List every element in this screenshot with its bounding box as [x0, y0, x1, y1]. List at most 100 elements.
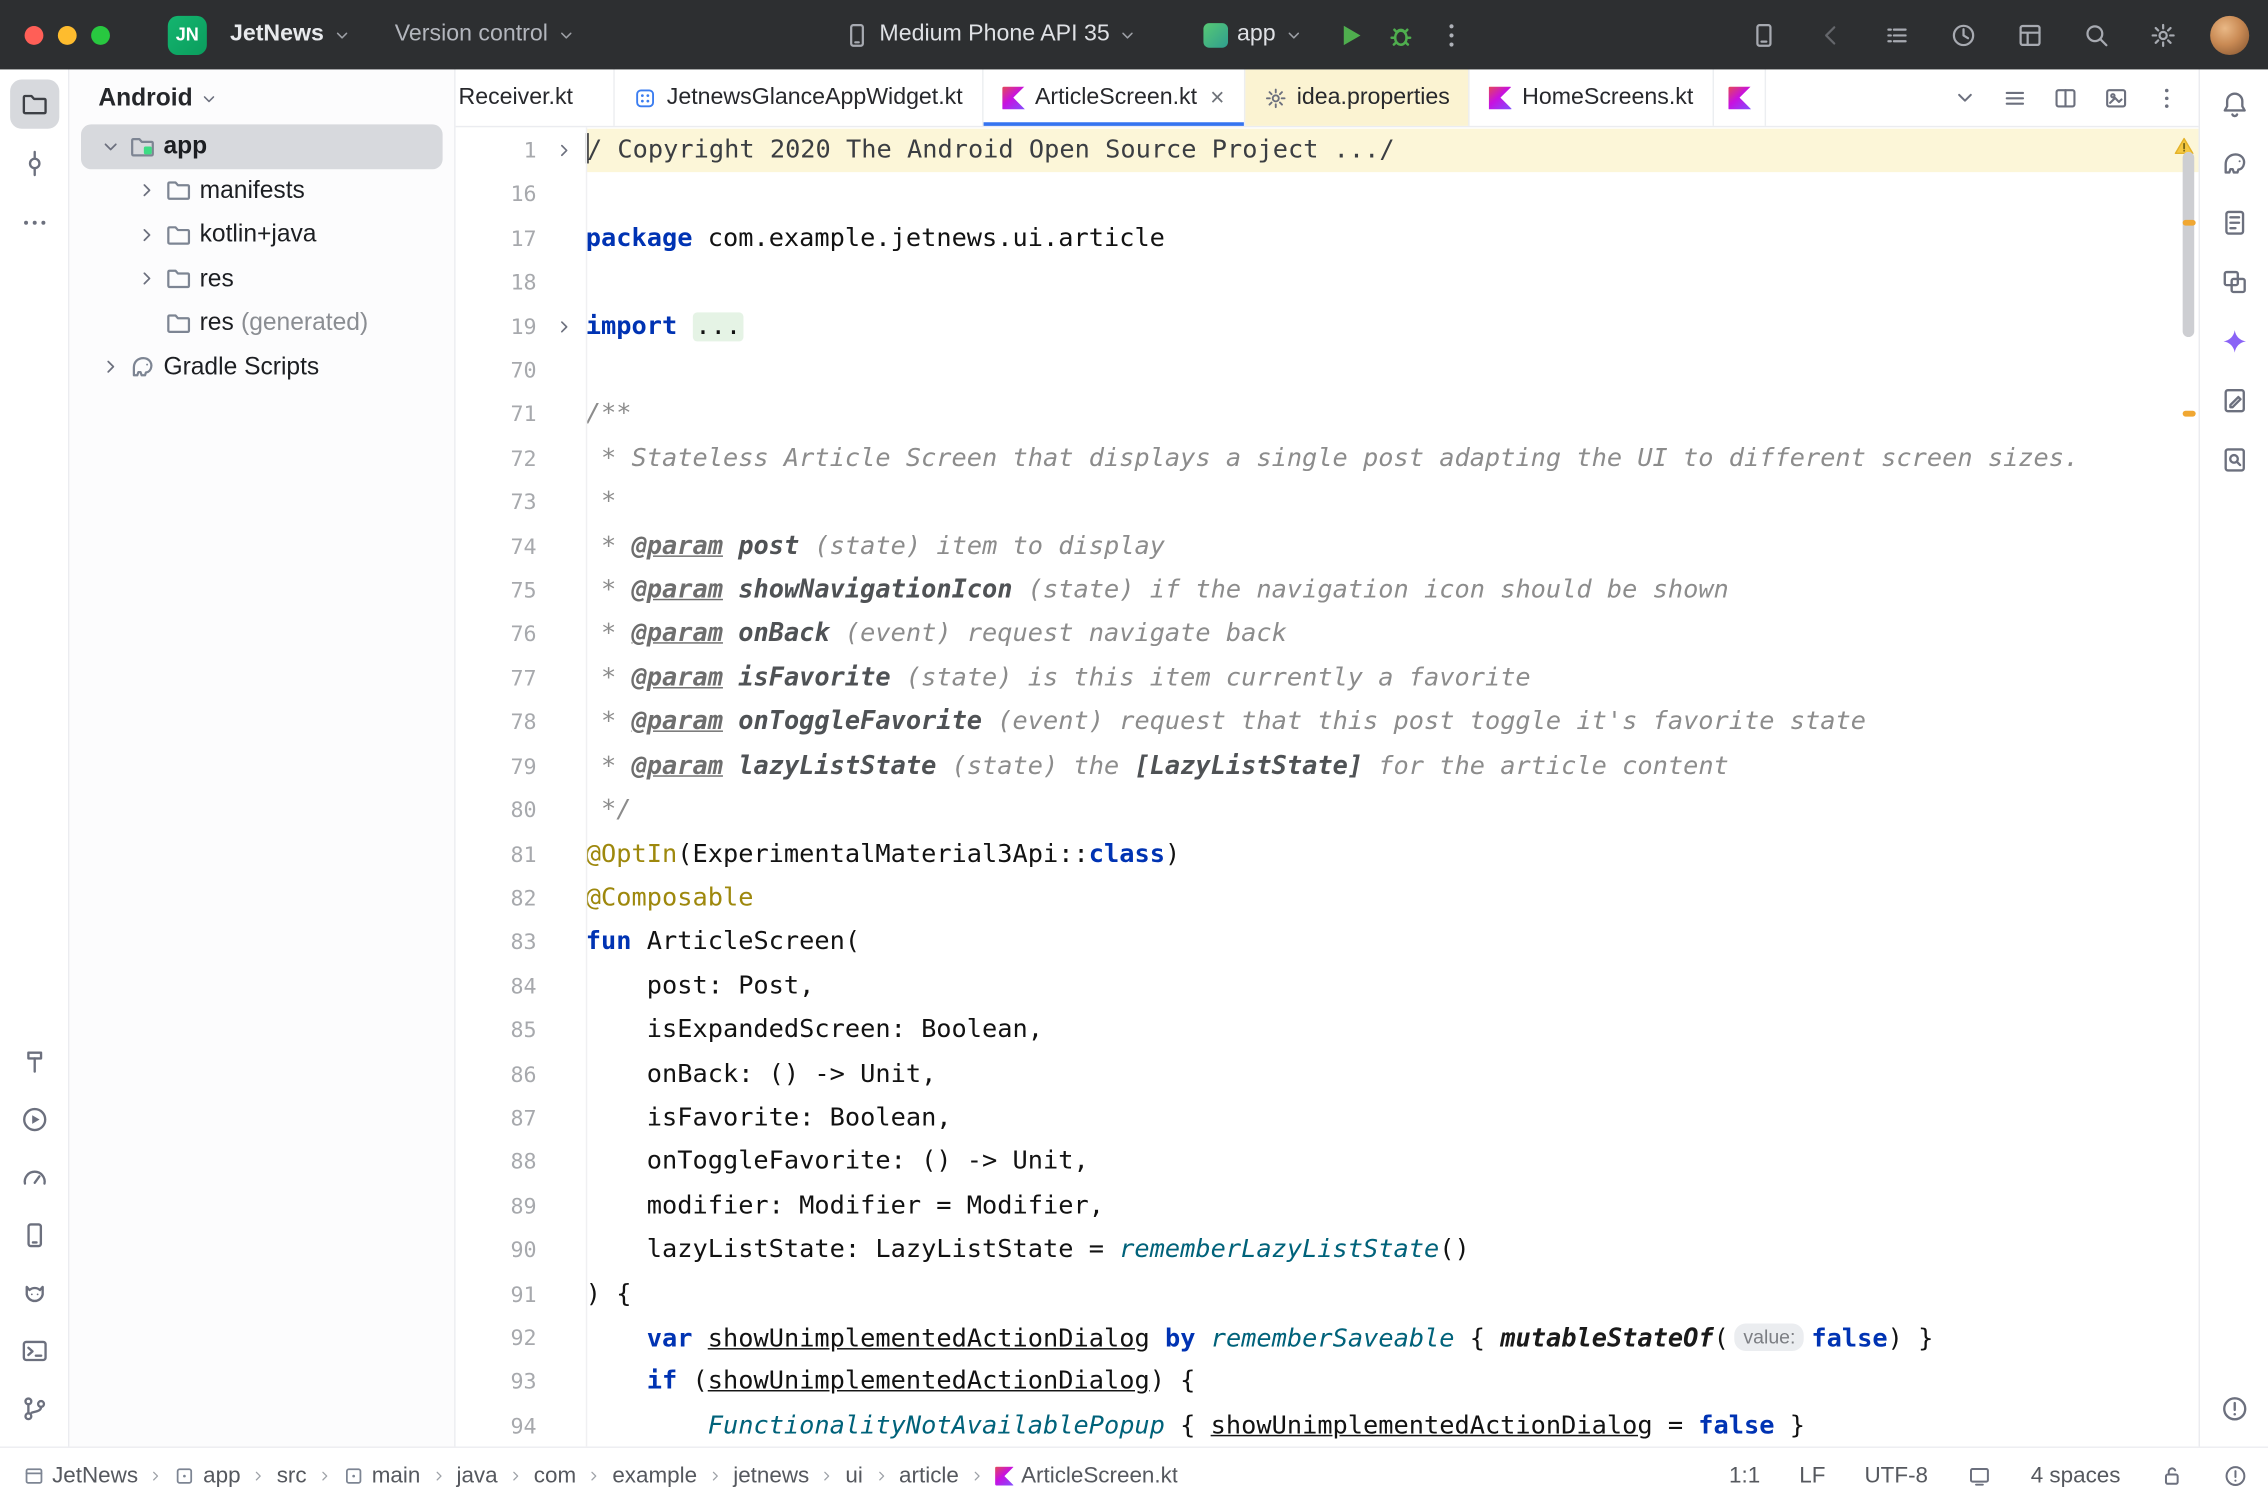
- profiler-gauge-button[interactable]: [9, 1153, 58, 1202]
- layout-inspector-icon[interactable]: [2016, 21, 2043, 48]
- close-window-button[interactable]: [25, 25, 44, 44]
- line-number[interactable]: 19: [456, 305, 543, 349]
- more-horizontal-button[interactable]: [9, 198, 58, 247]
- code-line-87[interactable]: 87 isFavorite: Boolean,: [456, 1096, 2199, 1140]
- code-line-82[interactable]: 82@Composable: [456, 876, 2199, 920]
- breadcrumb-java[interactable]: java: [456, 1463, 497, 1489]
- build-hammer-button[interactable]: [9, 1037, 58, 1086]
- line-number[interactable]: 79: [456, 744, 543, 788]
- notifications-bell-button[interactable]: [2209, 80, 2258, 129]
- commit-button[interactable]: [9, 139, 58, 188]
- minimize-window-button[interactable]: [58, 25, 77, 44]
- tree-item-app[interactable]: app: [81, 124, 443, 168]
- notifications-alert-icon[interactable]: [2223, 1464, 2248, 1489]
- back-arrow-icon[interactable]: [1817, 21, 1844, 48]
- close-tab-icon[interactable]: ×: [1210, 85, 1224, 110]
- git-branch-button[interactable]: [9, 1384, 58, 1433]
- split-editor-icon[interactable]: [2052, 85, 2078, 111]
- chevron-right-icon[interactable]: [136, 224, 158, 246]
- code-line-85[interactable]: 85 isExpandedScreen: Boolean,: [456, 1008, 2199, 1052]
- line-number[interactable]: 92: [456, 1316, 543, 1360]
- reader-mode-icon[interactable]: [1967, 1464, 1992, 1489]
- search-icon[interactable]: [2083, 21, 2110, 48]
- device-explorer-button[interactable]: [2209, 198, 2258, 247]
- code-line-84[interactable]: 84 post: Post,: [456, 964, 2199, 1008]
- line-number[interactable]: 75: [456, 569, 543, 613]
- device-mirror-button[interactable]: [9, 1211, 58, 1260]
- code-line-90[interactable]: 90 lazyListState: LazyListState = rememb…: [456, 1228, 2199, 1272]
- running-devices-button[interactable]: [2209, 376, 2258, 425]
- gradle-elephant-button[interactable]: [2209, 139, 2258, 188]
- chevron-right-icon[interactable]: [136, 268, 158, 290]
- code-line-19[interactable]: 19import ...: [456, 305, 2199, 349]
- run-config-selector[interactable]: app: [1192, 10, 1315, 59]
- line-number[interactable]: 87: [456, 1096, 543, 1140]
- code-line-92[interactable]: 92 var showUnimplementedActionDialog by …: [456, 1316, 2199, 1360]
- fold-arrow-icon[interactable]: [542, 129, 585, 173]
- resource-manager-button[interactable]: [2209, 257, 2258, 306]
- settings-gear-icon[interactable]: [2149, 21, 2176, 48]
- chevron-right-icon[interactable]: [100, 356, 122, 378]
- code-line-81[interactable]: 81@OptIn(ExperimentalMaterial3Api::class…: [456, 832, 2199, 876]
- profiler-icon[interactable]: [1950, 21, 1977, 48]
- indent-widget[interactable]: 4 spaces: [2031, 1463, 2121, 1489]
- code-line-71[interactable]: 71/**: [456, 393, 2199, 437]
- code-editor[interactable]: 1/ Copyright 2020 The Android Open Sourc…: [456, 127, 2199, 1446]
- more-run-actions-icon[interactable]: [1436, 20, 1466, 50]
- tab-homescreens-kt[interactable]: HomeScreens.kt: [1470, 69, 1713, 125]
- device-selector[interactable]: Medium Phone API 35: [832, 10, 1149, 59]
- code-line-83[interactable]: 83fun ArticleScreen(: [456, 920, 2199, 964]
- code-line-1[interactable]: 1/ Copyright 2020 The Android Open Sourc…: [456, 129, 2199, 173]
- line-number[interactable]: 91: [456, 1272, 543, 1316]
- todo-list-icon[interactable]: [1883, 21, 1910, 48]
- run-button[interactable]: [1335, 20, 1365, 50]
- hamburger-lines-icon[interactable]: [2002, 85, 2028, 111]
- lock-icon[interactable]: [2160, 1464, 2185, 1489]
- breadcrumb-jetnews[interactable]: JetNews: [23, 1463, 138, 1489]
- tree-item-kotlin-java[interactable]: kotlin+java: [81, 213, 443, 257]
- line-number[interactable]: 84: [456, 964, 543, 1008]
- chevron-right-icon[interactable]: [136, 180, 158, 202]
- vcs-widget[interactable]: Version control: [383, 10, 587, 59]
- line-number[interactable]: 76: [456, 613, 543, 657]
- line-number[interactable]: 86: [456, 1052, 543, 1096]
- line-number[interactable]: 71: [456, 393, 543, 437]
- run-circle-button[interactable]: [9, 1095, 58, 1144]
- app-insights-button[interactable]: [2209, 435, 2258, 484]
- fold-arrow-icon[interactable]: [542, 305, 585, 349]
- line-separator-widget[interactable]: LF: [1799, 1463, 1825, 1489]
- code-line-88[interactable]: 88 onToggleFavorite: () -> Unit,: [456, 1140, 2199, 1184]
- line-number[interactable]: 93: [456, 1360, 543, 1404]
- code-line-17[interactable]: 17package com.example.jetnews.ui.article: [456, 217, 2199, 261]
- problems-info-button[interactable]: [2209, 1384, 2258, 1433]
- scrollbar-thumb[interactable]: [2183, 152, 2195, 337]
- caret-position-widget[interactable]: 1:1: [1729, 1463, 1760, 1489]
- chevron-down-icon[interactable]: [100, 136, 122, 158]
- breadcrumb-com[interactable]: com: [534, 1463, 576, 1489]
- line-number[interactable]: 94: [456, 1404, 543, 1446]
- code-line-77[interactable]: 77 * @param isFavorite (state) is this i…: [456, 656, 2199, 700]
- encoding-widget[interactable]: UTF-8: [1864, 1463, 1928, 1489]
- code-line-18[interactable]: 18: [456, 261, 2199, 305]
- code-line-93[interactable]: 93 if (showUnimplementedActionDialog) {: [456, 1360, 2199, 1404]
- code-line-78[interactable]: 78 * @param onToggleFavorite (event) req…: [456, 700, 2199, 744]
- code-line-91[interactable]: 91) {: [456, 1272, 2199, 1316]
- gemini-sparkle-button[interactable]: [2209, 317, 2258, 366]
- line-number[interactable]: 73: [456, 481, 543, 525]
- breadcrumb-article[interactable]: article: [899, 1463, 959, 1489]
- tree-item-gradle-scripts[interactable]: Gradle Scripts: [81, 345, 443, 389]
- breadcrumb-src[interactable]: src: [277, 1463, 307, 1489]
- terminal-button[interactable]: [9, 1326, 58, 1375]
- hidden-tabs-chevron-icon[interactable]: [1953, 85, 1978, 110]
- line-number[interactable]: 74: [456, 525, 543, 569]
- code-line-73[interactable]: 73 *: [456, 481, 2199, 525]
- breadcrumb-example[interactable]: example: [612, 1463, 697, 1489]
- more-vertical-icon[interactable]: [2154, 85, 2180, 111]
- line-number[interactable]: 81: [456, 832, 543, 876]
- error-stripe-mark[interactable]: [2183, 220, 2196, 226]
- line-number[interactable]: 17: [456, 217, 543, 261]
- breadcrumb-jetnews[interactable]: jetnews: [733, 1463, 809, 1489]
- breadcrumb-ui[interactable]: ui: [845, 1463, 862, 1489]
- user-avatar[interactable]: [2210, 15, 2249, 54]
- code-line-80[interactable]: 80 */: [456, 788, 2199, 832]
